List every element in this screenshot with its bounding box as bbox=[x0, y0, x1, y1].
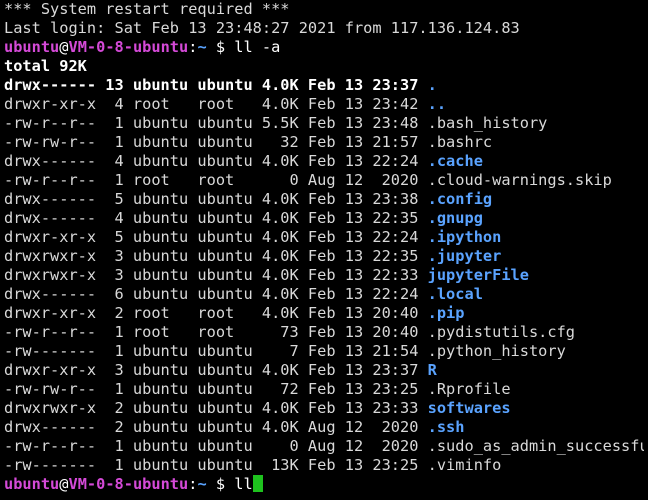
file-row: -rw-rw-r-- 1 ubuntu ubuntu 32 Feb 13 21:… bbox=[4, 133, 644, 152]
file-name: .bash_history bbox=[427, 114, 548, 132]
file-meta: drwx------ 4 ubuntu ubuntu 4.0K Feb 13 2… bbox=[4, 152, 428, 170]
text-cursor bbox=[252, 475, 263, 492]
total-line: total 92K bbox=[4, 57, 87, 75]
file-row: drwx------ 13 ubuntu ubuntu 4.0K Feb 13 … bbox=[4, 76, 644, 95]
prompt-host: VM-0-8-ubuntu bbox=[68, 475, 189, 493]
file-name: .python_history bbox=[427, 342, 566, 360]
prompt-symbol: $ bbox=[206, 38, 235, 56]
file-row: drwxr-xr-x 5 ubuntu ubuntu 4.0K Feb 13 2… bbox=[4, 228, 644, 247]
file-row: -rw------- 1 ubuntu ubuntu 13K Feb 13 23… bbox=[4, 456, 644, 475]
terminal-window[interactable]: *** System restart required *** Last log… bbox=[0, 0, 648, 500]
file-row: drwx------ 4 ubuntu ubuntu 4.0K Feb 13 2… bbox=[4, 152, 644, 171]
directory-name: .config bbox=[427, 190, 493, 208]
file-name: .bashrc bbox=[427, 133, 493, 151]
directory-name: .ssh bbox=[427, 418, 465, 436]
directory-name: R bbox=[427, 361, 437, 379]
file-meta: drwxr-xr-x 2 root root 4.0K Feb 13 20:40 bbox=[4, 304, 428, 322]
directory-name: .ipython bbox=[427, 228, 502, 246]
file-row: drwxrwxr-x 3 ubuntu ubuntu 4.0K Feb 13 2… bbox=[4, 247, 644, 266]
file-row: drwxrwxr-x 3 ubuntu ubuntu 4.0K Feb 13 2… bbox=[4, 266, 644, 285]
file-meta: drwxr-xr-x 4 root root 4.0K Feb 13 23:42 bbox=[4, 95, 428, 113]
command-ll-a: ll -a bbox=[234, 38, 281, 56]
file-row: -rw-r--r-- 1 ubuntu ubuntu 5.5K Feb 13 2… bbox=[4, 114, 644, 133]
file-name: .Rprofile bbox=[427, 380, 511, 398]
prompt-user: ubuntu bbox=[4, 38, 60, 56]
prompt-path: ~ bbox=[197, 38, 207, 56]
restart-message: *** System restart required *** bbox=[4, 0, 290, 18]
file-meta: drwxr-xr-x 5 ubuntu ubuntu 4.0K Feb 13 2… bbox=[4, 228, 428, 246]
file-row: drwx------ 6 ubuntu ubuntu 4.0K Feb 13 2… bbox=[4, 285, 644, 304]
file-row: -rw-r--r-- 1 root root 0 Aug 12 2020 .cl… bbox=[4, 171, 644, 190]
directory-name: jupyterFile bbox=[427, 266, 529, 284]
file-row: drwxr-xr-x 3 ubuntu ubuntu 4.0K Feb 13 2… bbox=[4, 361, 644, 380]
file-meta: drwx------ 5 ubuntu ubuntu 4.0K Feb 13 2… bbox=[4, 190, 428, 208]
file-meta: -rw------- 1 ubuntu ubuntu 7 Feb 13 21:5… bbox=[4, 342, 428, 360]
directory-name: .cache bbox=[427, 152, 483, 170]
directory-name: .local bbox=[427, 285, 483, 303]
prompt-line-2[interactable]: ubuntu@VM-0-8-ubuntu:~ $ ll bbox=[4, 475, 644, 494]
file-row: drwxr-xr-x 4 root root 4.0K Feb 13 23:42… bbox=[4, 95, 644, 114]
file-meta: -rw-rw-r-- 1 ubuntu ubuntu 72 Feb 13 23:… bbox=[4, 380, 428, 398]
file-meta: drwxrwxr-x 2 ubuntu ubuntu 4.0K Feb 13 2… bbox=[4, 399, 428, 417]
directory-name: .. bbox=[427, 95, 447, 113]
file-meta: drwxrwxr-x 3 ubuntu ubuntu 4.0K Feb 13 2… bbox=[4, 266, 428, 284]
directory-name: .jupyter bbox=[427, 247, 502, 265]
file-row: -rw-rw-r-- 1 ubuntu ubuntu 72 Feb 13 23:… bbox=[4, 380, 644, 399]
file-meta: drwxrwxr-x 3 ubuntu ubuntu 4.0K Feb 13 2… bbox=[4, 247, 428, 265]
file-meta: -rw-r--r-- 1 ubuntu ubuntu 0 Aug 12 2020 bbox=[4, 437, 428, 455]
file-meta: drwx------ 13 ubuntu ubuntu 4.0K Feb 13 … bbox=[4, 76, 428, 94]
directory-name: softwares bbox=[427, 399, 511, 417]
file-meta: drwx------ 6 ubuntu ubuntu 4.0K Feb 13 2… bbox=[4, 285, 428, 303]
directory-name: .gnupg bbox=[427, 209, 483, 227]
directory-name: . bbox=[427, 76, 437, 94]
file-list: drwx------ 13 ubuntu ubuntu 4.0K Feb 13 … bbox=[4, 76, 644, 475]
file-meta: drwx------ 4 ubuntu ubuntu 4.0K Feb 13 2… bbox=[4, 209, 428, 227]
file-row: drwxrwxr-x 2 ubuntu ubuntu 4.0K Feb 13 2… bbox=[4, 399, 644, 418]
command-input[interactable]: ll bbox=[234, 475, 252, 493]
prompt-path: ~ bbox=[197, 475, 207, 493]
file-row: drwx------ 4 ubuntu ubuntu 4.0K Feb 13 2… bbox=[4, 209, 644, 228]
file-row: drwx------ 2 ubuntu ubuntu 4.0K Aug 12 2… bbox=[4, 418, 644, 437]
file-meta: -rw------- 1 ubuntu ubuntu 13K Feb 13 23… bbox=[4, 456, 428, 474]
file-name: .pydistutils.cfg bbox=[427, 323, 575, 341]
file-meta: -rw-r--r-- 1 ubuntu ubuntu 5.5K Feb 13 2… bbox=[4, 114, 428, 132]
directory-name: .pip bbox=[427, 304, 465, 322]
file-meta: drwx------ 2 ubuntu ubuntu 4.0K Aug 12 2… bbox=[4, 418, 428, 436]
file-row: drwx------ 5 ubuntu ubuntu 4.0K Feb 13 2… bbox=[4, 190, 644, 209]
file-meta: -rw-r--r-- 1 root root 73 Feb 13 20:40 bbox=[4, 323, 428, 341]
file-row: -rw------- 1 ubuntu ubuntu 7 Feb 13 21:5… bbox=[4, 342, 644, 361]
prompt-user: ubuntu bbox=[4, 475, 60, 493]
file-name: .sudo_as_admin_successful bbox=[427, 437, 644, 455]
file-row: drwxr-xr-x 2 root root 4.0K Feb 13 20:40… bbox=[4, 304, 644, 323]
file-row: -rw-r--r-- 1 ubuntu ubuntu 0 Aug 12 2020… bbox=[4, 437, 644, 456]
prompt-symbol: $ bbox=[206, 475, 235, 493]
last-login-message: Last login: Sat Feb 13 23:48:27 2021 fro… bbox=[4, 19, 520, 37]
file-meta: -rw-r--r-- 1 root root 0 Aug 12 2020 bbox=[4, 171, 428, 189]
file-name: .viminfo bbox=[427, 456, 502, 474]
prompt-line-1: ubuntu@VM-0-8-ubuntu:~ $ ll -a bbox=[4, 38, 644, 57]
file-name: .cloud-warnings.skip bbox=[427, 171, 612, 189]
file-meta: drwxr-xr-x 3 ubuntu ubuntu 4.0K Feb 13 2… bbox=[4, 361, 428, 379]
prompt-host: VM-0-8-ubuntu bbox=[68, 38, 189, 56]
file-meta: -rw-rw-r-- 1 ubuntu ubuntu 32 Feb 13 21:… bbox=[4, 133, 428, 151]
file-row: -rw-r--r-- 1 root root 73 Feb 13 20:40 .… bbox=[4, 323, 644, 342]
